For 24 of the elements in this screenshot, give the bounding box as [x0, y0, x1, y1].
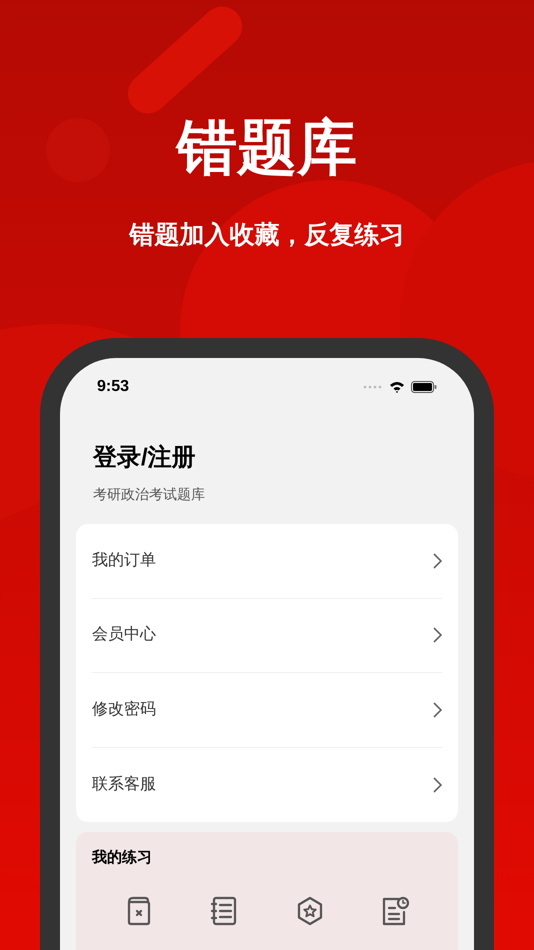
- wifi-icon: [389, 381, 405, 393]
- headline: 错题库: [177, 113, 357, 183]
- menu-label: 修改密码: [92, 700, 156, 720]
- menu-label: 联系客服: [92, 774, 156, 795]
- chevron-right-icon: [433, 776, 442, 793]
- menu-item[interactable]: 修改密码: [92, 673, 442, 748]
- chevron-right-icon: [433, 702, 442, 718]
- menu-item[interactable]: 联系客服: [92, 748, 442, 822]
- practice-title: 我的练习: [92, 848, 153, 868]
- battery-icon: [411, 381, 437, 393]
- list-icon[interactable]: [210, 896, 238, 926]
- chevron-right-icon: [433, 552, 442, 569]
- status-time: 9:53: [97, 377, 130, 397]
- menu-item[interactable]: 我的订单: [92, 524, 442, 598]
- document-clock-icon[interactable]: [381, 896, 410, 926]
- tagline: 错题加入收藏，反复练习: [130, 220, 404, 251]
- chevron-right-icon: [433, 627, 442, 644]
- hexagon-star-icon[interactable]: [296, 896, 324, 926]
- signal-dots-icon: [363, 385, 383, 389]
- app-subtitle: 考研政治考试题库: [93, 485, 206, 504]
- login-title[interactable]: 登录/注册: [93, 442, 458, 474]
- menu-label: 我的订单: [92, 550, 156, 571]
- menu-label: 会员中心: [92, 624, 156, 646]
- menu-item[interactable]: 会员中心: [92, 598, 442, 673]
